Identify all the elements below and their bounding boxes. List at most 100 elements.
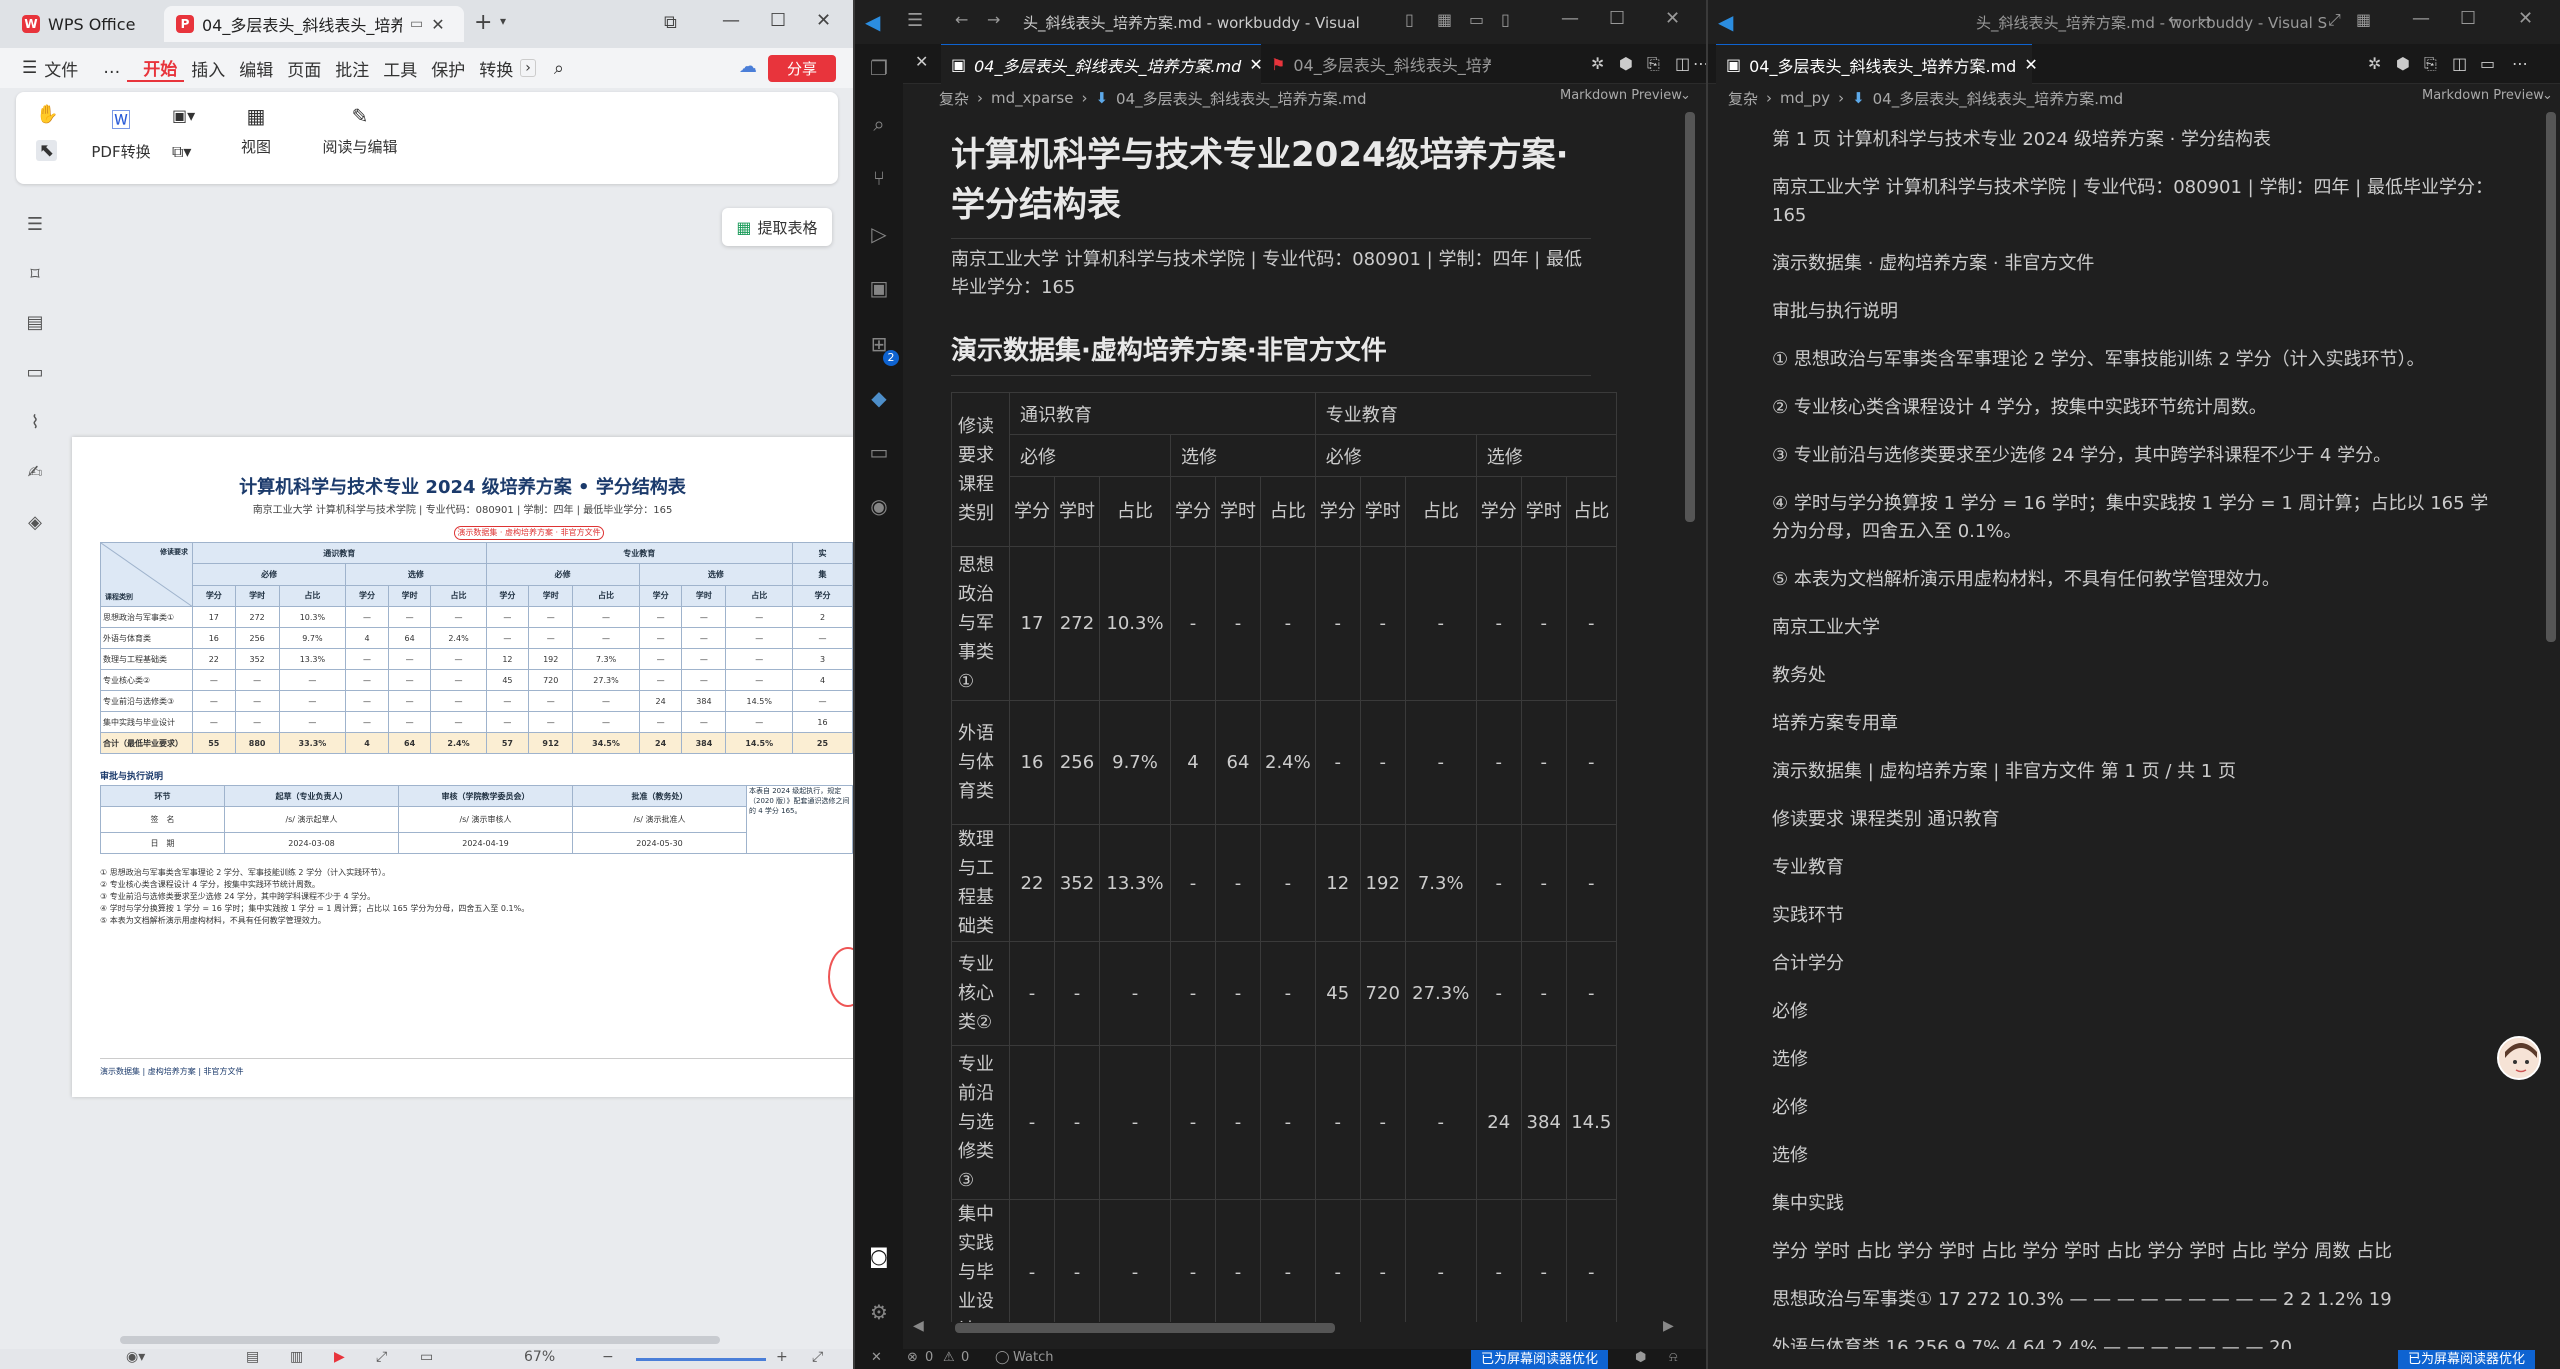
vertical-scrollbar[interactable] [1685, 112, 1695, 522]
zoom-in-icon[interactable]: + [776, 1349, 788, 1365]
breadcrumb-item[interactable]: 复杂 [1728, 88, 1758, 109]
wps-app-tab[interactable]: W WPS Office [10, 6, 160, 42]
assistant-avatar[interactable] [2497, 1036, 2541, 1080]
chevron-down-icon[interactable]: ⌄ [1680, 88, 1691, 103]
minimize-icon[interactable]: — [722, 10, 740, 31]
tab-active[interactable]: ▣ 04_多层表头_斜线表头_培养方案.md ✕ [1716, 44, 2038, 84]
menu-convert[interactable]: 转换 [472, 56, 520, 81]
back-icon[interactable]: ← [955, 10, 968, 29]
outline-icon[interactable]: ☰ [24, 214, 46, 236]
zoom-level[interactable]: 67% [524, 1349, 555, 1365]
chat-icon[interactable]: ▭ [867, 440, 891, 464]
menu-file[interactable]: 文件 [44, 56, 85, 81]
explorer-icon[interactable]: ❐ [867, 56, 891, 80]
select-tool-icon[interactable]: ⬉ [36, 140, 58, 161]
horizontal-scrollbar[interactable] [120, 1336, 720, 1344]
menu-home[interactable]: 开始 [127, 55, 185, 82]
layout-sidebar-icon[interactable]: ▯ [1405, 10, 1414, 29]
split-editor-icon[interactable]: ◫ [2452, 54, 2467, 73]
chevron-down-icon[interactable]: ▾ [500, 14, 506, 28]
maximize-icon[interactable]: ☐ [770, 10, 786, 31]
comment-view-icon[interactable]: ▭ [420, 1349, 433, 1365]
more-actions-icon[interactable]: ⋯ [2512, 54, 2528, 73]
openai-icon[interactable]: ✲ [1591, 54, 1604, 73]
layout-icon[interactable]: ▦ [2356, 10, 2371, 29]
watch-label[interactable]: Watch [1013, 1350, 1053, 1365]
settings-gear-icon[interactable]: ⚙ [867, 1300, 891, 1324]
signature-icon[interactable]: ✍ [24, 462, 46, 484]
panda-icon[interactable]: ◉ [867, 494, 891, 518]
vertical-scrollbar[interactable] [2546, 112, 2556, 642]
warning-icon[interactable]: ⚠ [943, 1350, 955, 1365]
menu-comment[interactable]: 批注 [328, 56, 376, 81]
screen-reader-status[interactable]: 已为屏幕阅读器优化 [1471, 1350, 1609, 1369]
comment-icon[interactable]: ▭ [24, 362, 46, 384]
pdf-convert-button[interactable]: 🅆 PDF转换 [86, 104, 156, 162]
chevron-down-icon[interactable]: ⌄ [2542, 88, 2553, 103]
open-source-icon[interactable]: ⎘ [2424, 54, 2437, 74]
maximize-icon[interactable]: ☐ [2460, 8, 2476, 29]
menu-edit[interactable]: 编辑 [232, 56, 280, 81]
minimize-icon[interactable]: — [2412, 8, 2430, 29]
watch-icon[interactable]: ◯ [995, 1350, 1010, 1365]
close-window-icon[interactable]: ✕ [2518, 8, 2533, 29]
close-window-icon[interactable]: ✕ [1665, 8, 1680, 29]
ext-action-icon[interactable]: ⬢ [1619, 54, 1633, 73]
layers-icon[interactable]: ◈ [24, 512, 46, 534]
layout-panel-icon[interactable]: ▭ [1469, 10, 1484, 29]
hamburger-icon[interactable]: ☰ [0, 58, 44, 78]
source-control-icon[interactable]: ⑂ [867, 166, 891, 190]
openai-icon[interactable]: ✲ [2368, 54, 2381, 73]
bookmark-icon[interactable]: ⌑ [24, 264, 46, 286]
menu-icon[interactable]: ☰ [907, 10, 923, 31]
warning-count[interactable]: 0 [961, 1350, 969, 1365]
breadcrumb-item[interactable]: 复杂 [939, 88, 969, 109]
open-source-icon[interactable]: ⎘ [1647, 54, 1660, 74]
breadcrumb-item[interactable]: md_xparse [991, 89, 1073, 107]
copy-convert-icon[interactable]: ⧉▾ [172, 142, 191, 162]
wps-doc-tab[interactable]: P 04_多层表头_斜线表头_培养 ▭ ✕ [164, 6, 464, 42]
scroll-right-icon[interactable]: ▶ [1663, 1318, 1674, 1334]
fullscreen-icon[interactable]: ⤢ [2328, 10, 2341, 30]
restore-window-icon[interactable]: ⧉ [664, 12, 677, 33]
close-tab-icon[interactable]: ✕ [2024, 55, 2037, 74]
read-edit-button[interactable]: ✎ 阅读与编辑 [312, 104, 408, 157]
close-window-icon[interactable]: ✕ [816, 10, 831, 31]
two-page-icon[interactable]: ▥ [290, 1349, 303, 1365]
menu-insert[interactable]: 插入 [184, 56, 232, 81]
error-count[interactable]: 0 [925, 1350, 933, 1365]
hand-tool-icon[interactable]: ✋ [36, 104, 58, 125]
new-tab-icon[interactable]: + [474, 10, 492, 35]
search-icon[interactable]: ⌕ [867, 112, 891, 136]
menu-protect[interactable]: 保护 [424, 56, 472, 81]
close-tab-icon[interactable]: ✕ [431, 15, 444, 34]
layout-editor-icon[interactable]: ▦ [1437, 10, 1452, 29]
share-button[interactable]: 分享 [768, 55, 836, 82]
breadcrumb-item[interactable]: 04_多层表头_斜线表头_培养方案.md [1116, 88, 1367, 109]
python-icon[interactable]: ◆ [867, 386, 891, 410]
scroll-left-icon[interactable]: ◀ [913, 1318, 924, 1334]
screen-icon[interactable]: ▭ [410, 16, 423, 32]
error-icon[interactable]: ⊗ [907, 1350, 918, 1365]
menu-more[interactable]: … [85, 58, 127, 78]
tab-inactive[interactable]: ⚑ 04_多层表头_斜线表头_培养方 [1261, 44, 1501, 84]
extract-table-button[interactable]: ▦ 提取表格 [722, 208, 832, 246]
image-convert-icon[interactable]: ▣▾ [172, 106, 195, 125]
remote-explorer-icon[interactable]: ▣ [867, 276, 891, 300]
cloud-upload-icon[interactable]: ☁ [732, 56, 764, 77]
layout-toggle-icon[interactable]: ▭ [2480, 54, 2495, 73]
page-layout-icon[interactable]: ▤ [246, 1349, 259, 1365]
fit-width-icon[interactable]: ⤢ [376, 1349, 387, 1365]
search-icon[interactable]: ⌕ [536, 58, 571, 79]
split-editor-icon[interactable]: ◫ [1675, 54, 1690, 73]
zoom-out-icon[interactable]: − [602, 1349, 614, 1365]
thumbnail-icon[interactable]: ▤ [24, 312, 46, 334]
horizontal-scrollbar[interactable] [955, 1323, 1335, 1333]
account-icon[interactable]: ◙ [867, 1244, 891, 1268]
minimize-icon[interactable]: — [1561, 8, 1579, 29]
tab-active[interactable]: ▣ 04_多层表头_斜线表头_培养方案.md ✕ [941, 44, 1263, 84]
menu-scroll-right-icon[interactable]: › [520, 59, 536, 77]
play-icon[interactable]: ▶ [334, 1349, 345, 1365]
ext-action-icon[interactable]: ⬢ [2396, 54, 2410, 73]
breadcrumb-item[interactable]: 04_多层表头_斜线表头_培养方案.md [1873, 88, 2124, 109]
